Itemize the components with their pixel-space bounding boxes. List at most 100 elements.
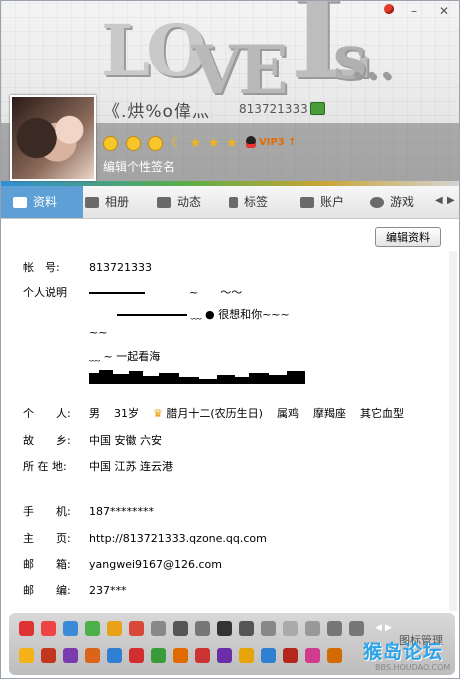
- personal-values: 男 31岁 ♛ 腊月十二(农历生日) 属鸡 摩羯座 其它血型: [89, 405, 404, 423]
- scroll-left-icon[interactable]: ◀: [435, 195, 443, 206]
- service-badge-icon[interactable]: [195, 648, 210, 663]
- tab-games[interactable]: 游戏: [370, 186, 414, 218]
- service-badge-icon[interactable]: [217, 648, 232, 663]
- service-badge-icon[interactable]: [173, 648, 188, 663]
- phone-label: 手 机:: [23, 505, 71, 518]
- personal-label: 个 人:: [23, 407, 71, 420]
- bookmark-icon: [229, 197, 238, 208]
- edit-profile-button[interactable]: 编辑资料: [375, 227, 441, 247]
- location-label: 所 在 地:: [23, 460, 67, 473]
- scroll-right-icon[interactable]: ▶: [447, 195, 455, 206]
- service-badge-icon[interactable]: [85, 648, 100, 663]
- homepage-row: 主 页: http://813721333.qzone.qq.com: [1, 530, 441, 548]
- star-icon: ★: [189, 135, 202, 151]
- signature-edit[interactable]: 编辑个性签名: [103, 158, 175, 175]
- service-badge-icon[interactable]: [63, 621, 78, 636]
- service-badge-icon[interactable]: [129, 648, 144, 663]
- hometown-value: 中国 安徽 六安: [89, 434, 162, 447]
- qq-number: 813721333: [239, 102, 308, 116]
- postcode-row: 邮 编: 237***: [1, 582, 441, 600]
- account-value: 813721333: [89, 261, 152, 274]
- blood-type: 其它血型: [359, 407, 404, 420]
- homepage-link[interactable]: http://813721333.qzone.qq.com: [89, 530, 267, 548]
- service-badge-icon[interactable]: [41, 621, 56, 636]
- email-label: 邮 箱:: [23, 558, 71, 571]
- intro-row-2: ﹏ ● 很想和你~~~: [1, 306, 441, 324]
- service-badge-icon[interactable]: [129, 621, 144, 636]
- intro-row-1: 个人说明 ~ ～～: [1, 284, 441, 302]
- service-badge-icon[interactable]: [261, 648, 276, 663]
- tab-tags[interactable]: 标签: [229, 186, 268, 218]
- service-badge-icon[interactable]: [305, 621, 320, 636]
- postcode-value: 237***: [89, 584, 127, 597]
- tab-account[interactable]: 账户: [300, 186, 344, 218]
- online-status-icon: [310, 102, 325, 115]
- tab-label: 资料: [33, 195, 58, 209]
- tab-label: 标签: [244, 195, 269, 209]
- album-icon: [85, 197, 99, 208]
- service-badge-icon[interactable]: [327, 648, 342, 663]
- personal-row: 个 人: 男 31岁 ♛ 腊月十二(农历生日) 属鸡 摩羯座 其它血型: [1, 405, 441, 423]
- zodiac: 属鸡: [276, 407, 299, 420]
- tab-label: 动态: [177, 195, 202, 209]
- service-badge-icon[interactable]: [63, 648, 78, 663]
- intro-line: ~ ～～: [89, 284, 242, 302]
- service-badge-icon[interactable]: [283, 621, 298, 636]
- service-badge-icon[interactable]: [217, 621, 232, 636]
- service-badge-icon[interactable]: [239, 621, 254, 636]
- watermark-logo: 猴岛论坛: [363, 641, 444, 663]
- vip-badge[interactable]: VIP3 ↑: [246, 136, 297, 148]
- intro-row-4: ﹏ ~ 一起看海: [1, 348, 441, 366]
- intro-line: ~~: [89, 326, 108, 339]
- tab-label: 游戏: [390, 195, 415, 209]
- service-badge-icon[interactable]: [19, 648, 34, 663]
- service-badge-icon[interactable]: [151, 621, 166, 636]
- close-icon[interactable]: ✕: [437, 4, 451, 18]
- tab-label: 相册: [105, 195, 130, 209]
- service-badge-icon[interactable]: [327, 621, 342, 636]
- location-value: 中国 江苏 连云港: [89, 460, 173, 473]
- moon-icon: ☾: [170, 135, 184, 151]
- level-icons[interactable]: ☾ ★ ★ ★: [103, 135, 241, 151]
- account-row: 帐 号: 813721333: [1, 259, 441, 277]
- pin-icon[interactable]: [384, 4, 394, 14]
- phone-row: 手 机: 187********: [1, 503, 441, 521]
- tab-album[interactable]: 相册: [85, 186, 129, 218]
- hometown-row: 故 乡: 中国 安徽 六安: [1, 432, 441, 450]
- constellation: 摩羯座: [312, 407, 346, 420]
- star-icon: ★: [225, 135, 238, 151]
- nickname: 《.烘%o偉灬: [103, 102, 210, 122]
- sun-icon: [148, 135, 163, 151]
- tab-bar: 资料 相册 动态 标签 账户 游戏 ◀ ▶: [1, 186, 459, 219]
- qq-penguin-icon: [246, 136, 256, 148]
- service-badge-icon[interactable]: [19, 621, 34, 636]
- service-badge-icon[interactable]: [173, 621, 188, 636]
- service-badge-icon[interactable]: [85, 621, 100, 636]
- service-badge-icon[interactable]: [283, 648, 298, 663]
- service-badge-icon[interactable]: [349, 621, 364, 636]
- sun-icon: [125, 135, 141, 151]
- tab-profile[interactable]: 资料: [1, 186, 83, 218]
- location-row: 所 在 地: 中国 江苏 连云港: [1, 458, 441, 476]
- service-badge-icon[interactable]: [41, 648, 56, 663]
- service-badge-icon[interactable]: [195, 621, 210, 636]
- intro-row-3: ~~: [1, 324, 441, 342]
- game-icon: [370, 197, 384, 208]
- star-icon: ★: [207, 135, 220, 151]
- profile-header: LO VE Ls... – ✕ 《.烘%o偉灬 813721333 ☾ ★ ★ ★ …: [1, 1, 459, 186]
- service-badge-icon[interactable]: [305, 648, 320, 663]
- service-badge-icon[interactable]: [261, 621, 276, 636]
- wallet-icon: [300, 197, 314, 208]
- phone-value: 187********: [89, 505, 154, 518]
- icon-scroll-right-icon[interactable]: ▶: [385, 623, 392, 633]
- avatar[interactable]: [10, 95, 96, 181]
- service-badge-icon[interactable]: [239, 648, 254, 663]
- icon-scroll-left-icon[interactable]: ◀: [375, 623, 382, 633]
- service-badge-icon[interactable]: [151, 648, 166, 663]
- service-badge-icon[interactable]: [107, 648, 122, 663]
- tab-feed[interactable]: 动态: [157, 186, 201, 218]
- email-row: 邮 箱: yangwei9167@126.com: [1, 556, 441, 574]
- minimize-icon[interactable]: –: [407, 4, 421, 18]
- service-badge-icon[interactable]: [107, 621, 122, 636]
- scrollbar[interactable]: [449, 251, 457, 611]
